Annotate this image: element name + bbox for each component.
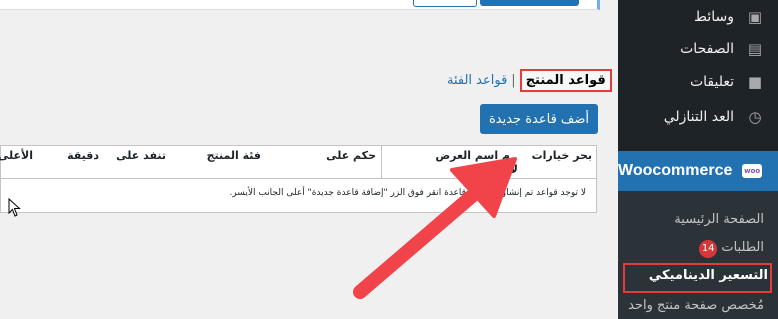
tab-category-rules[interactable]: قواعد الفئة: [447, 73, 507, 88]
add-new-rule-button[interactable]: أضف قاعدة جديدة: [480, 104, 598, 134]
orders-count-badge: 14: [699, 240, 718, 258]
submenu-item-label: الطلبات: [721, 240, 764, 255]
column-header-maximum[interactable]: الأعلى: [0, 149, 33, 162]
woocommerce-submenu: الصفحة الرئيسية 14 الطلبات التسعير الدين…: [618, 191, 778, 319]
column-header-options[interactable]: بحر خيارات: [532, 149, 592, 162]
sidebar-item-woocommerce[interactable]: Woocommerce woo: [612, 151, 778, 191]
sidebar-item-label: العد التنازلي: [663, 109, 734, 125]
column-header-minimum[interactable]: دقيقة: [67, 149, 99, 162]
subsub-nav: قواعد المنتج | قواعد الفئة: [447, 68, 612, 92]
column-header-product-category[interactable]: فئة المنتج: [207, 149, 261, 162]
sidebar-item-pages[interactable]: الصفحات ▤: [618, 32, 778, 66]
woocommerce-icon: woo: [742, 164, 762, 178]
sidebar-item-countdown[interactable]: العد التنازلي ◷: [618, 100, 778, 134]
rules-table: بحر خيارات م اسم العرض حكم على فئة المنت…: [0, 145, 597, 213]
current-menu-arrow: [612, 165, 618, 177]
highlight-box-dynamic-pricing: [623, 263, 772, 293]
column-header-hint: لا: [509, 163, 518, 176]
woocommerce-label: Woocommerce: [618, 162, 733, 179]
sidebar-item-label: تعليقات: [689, 74, 734, 90]
media-icon: ▣: [747, 8, 763, 26]
pages-icon: ▤: [747, 40, 763, 58]
column-header-rule-on[interactable]: حكم على: [326, 149, 376, 162]
submenu-item-home[interactable]: الصفحة الرئيسية: [674, 212, 764, 227]
top-primary-button[interactable]: [480, 0, 579, 6]
sidebar-item-media[interactable]: وسائط ▣: [618, 0, 778, 34]
column-header-applied-on[interactable]: تنفد على: [116, 149, 166, 162]
subsub-separator: |: [511, 72, 516, 88]
clock-icon: ◷: [748, 108, 762, 126]
tab-product-rules[interactable]: قواعد المنتج: [519, 68, 612, 92]
table-header: بحر خيارات م اسم العرض حكم على فئة المنت…: [0, 146, 596, 179]
sidebar-item-label: وسائط: [694, 9, 734, 25]
top-secondary-button[interactable]: [413, 0, 477, 7]
mouse-cursor-icon: [8, 198, 21, 217]
comments-icon: ■: [747, 73, 763, 91]
header-divider: [381, 146, 382, 178]
submenu-item-orders[interactable]: 14 الطلبات: [693, 240, 764, 258]
sidebar-item-comments[interactable]: تعليقات ■: [618, 65, 778, 99]
empty-table-message: لا توجد قواعد تم إنشاؤها لإنشاء قاعدة ان…: [229, 188, 586, 198]
column-header-offer-name[interactable]: م اسم العرض: [435, 149, 510, 162]
submenu-item-single-product-page[interactable]: مُخصص صفحة منتج واحد: [628, 298, 764, 313]
sidebar-item-label: الصفحات: [680, 41, 734, 57]
